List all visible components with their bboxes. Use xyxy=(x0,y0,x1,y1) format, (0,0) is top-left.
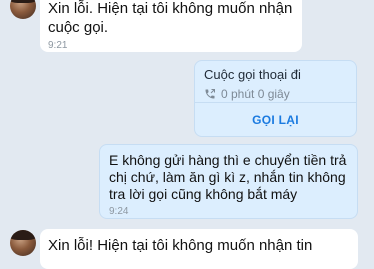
avatar-hair-shape xyxy=(10,230,36,240)
call-title: Cuộc gọi thoại đi xyxy=(204,67,301,82)
call-info: Cuộc gọi thoại đi 0 phút 0 giây xyxy=(195,61,356,102)
message-bubble-received[interactable]: Xin lỗi! Hiện tại tôi không muốn nhận ti… xyxy=(40,229,358,269)
call-back-button[interactable]: GỌI LẠI xyxy=(195,103,356,136)
message-text: E không gửi hàng thì e chuyển tiền trả c… xyxy=(109,152,347,202)
message-time: 9:24 xyxy=(109,206,129,217)
call-card[interactable]: Cuộc gọi thoại đi 0 phút 0 giây GỌI LẠI xyxy=(194,60,357,137)
message-bubble-received[interactable]: Xin lỗi. Hiện tại tôi không muốn nhận cu… xyxy=(40,0,302,52)
outgoing-call-icon xyxy=(205,89,215,99)
message-bubble-sent[interactable]: E không gửi hàng thì e chuyển tiền trả c… xyxy=(99,144,358,219)
contact-avatar[interactable] xyxy=(10,0,36,19)
call-details: 0 phút 0 giây xyxy=(204,87,347,101)
avatar-hair-shape xyxy=(10,0,36,3)
call-duration: 0 phút 0 giây xyxy=(221,87,290,101)
message-text: Xin lỗi! Hiện tại tôi không muốn nhận ti… xyxy=(48,237,313,254)
message-text: Xin lỗi. Hiện tại tôi không muốn nhận cu… xyxy=(48,0,293,36)
contact-avatar[interactable] xyxy=(10,230,36,256)
message-time: 9:21 xyxy=(48,40,68,51)
